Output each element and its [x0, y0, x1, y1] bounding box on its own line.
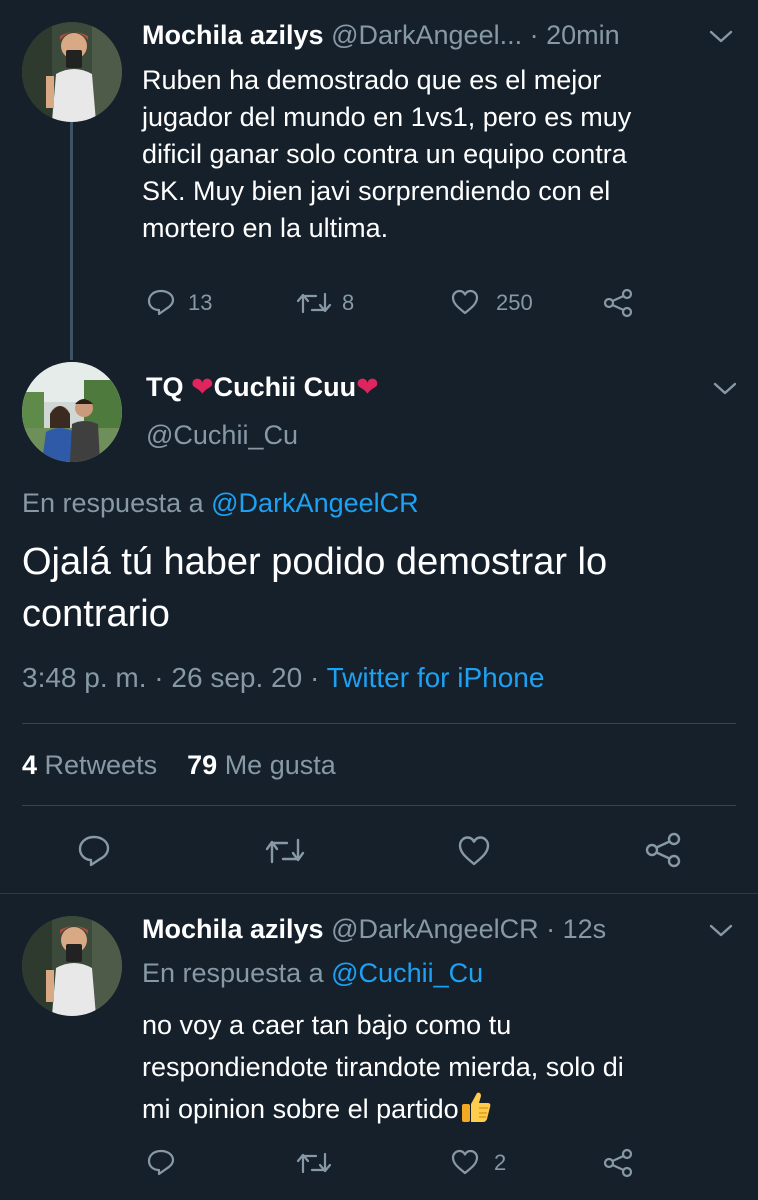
likes-stat[interactable]: 79 Me gusta — [187, 750, 336, 780]
tweet-text: no voy a caer tan bajo como tu respondie… — [142, 1004, 624, 1130]
divider — [22, 805, 736, 806]
engagement-stats: 4 Retweets 79 Me gusta — [22, 750, 336, 781]
tweet-text-line: contrario — [22, 593, 170, 635]
like-count: 250 — [496, 290, 533, 315]
avatar[interactable] — [22, 916, 122, 1016]
tweet-text-line-last: mi opinion sobre el partido — [142, 1088, 624, 1130]
separator: · — [154, 662, 164, 693]
handle[interactable]: @DarkAngeelCR — [331, 914, 538, 944]
chevron-down-icon[interactable] — [708, 922, 734, 940]
reply-to-handle[interactable]: @Cuchii_Cu — [331, 958, 483, 988]
tweet-source[interactable]: Twitter for iPhone — [327, 662, 545, 693]
red-heart-emoji: ❤ — [191, 372, 214, 402]
tweet-text-line: SK. Muy bien javi sorprendiendo con el — [142, 176, 611, 206]
like-count: 2 — [494, 1150, 507, 1175]
display-name[interactable]: Mochila azilys — [142, 20, 324, 50]
reply-icon[interactable] — [146, 1148, 176, 1176]
reply-to-handle[interactable]: @DarkAngeelCR — [211, 488, 418, 518]
thread-line — [70, 120, 73, 360]
tweet-time: 3:48 p. m. — [22, 662, 147, 693]
tweet-text: Ojalá tú haber podido demostrar lo contr… — [22, 536, 607, 640]
like-icon[interactable] — [450, 1148, 480, 1176]
tweet-text-line: dificil ganar solo contra un equipo cont… — [142, 139, 627, 169]
retweets-label: Retweets — [44, 750, 158, 780]
avatar[interactable] — [22, 362, 122, 462]
tweet-text-line: Ojalá tú haber podido demostrar lo — [22, 541, 608, 583]
separator: · — [529, 20, 539, 50]
avatar[interactable] — [22, 22, 122, 122]
display-name-prefix[interactable]: TQ — [146, 372, 184, 402]
reply-icon[interactable] — [76, 834, 112, 868]
timestamp[interactable]: 20min — [546, 20, 620, 50]
tweet-text: Ruben ha demostrado que es el mejor juga… — [142, 62, 631, 247]
share-icon[interactable] — [602, 288, 634, 318]
likes-number: 79 — [187, 750, 218, 780]
thumbs-up-emoji — [459, 1090, 493, 1124]
handle[interactable]: @Cuchii_Cu — [146, 420, 298, 451]
tweet-text-line: jugador del mundo en 1vs1, pero es muy — [142, 102, 632, 132]
tweet-meta: 3:48 p. m. · 26 sep. 20 · Twitter for iP… — [22, 662, 544, 694]
tweet-text-line: Ruben ha demostrado que es el mejor — [142, 65, 602, 95]
tweet-header: Mochila azilys @DarkAngeel... · 20min — [142, 20, 620, 51]
reply-to-label: En respuesta a — [22, 488, 204, 518]
reply-context: En respuesta a @DarkAngeelCR — [22, 488, 419, 519]
tweet-text-line: mortero en la ultima. — [142, 213, 389, 243]
likes-label: Me gusta — [224, 750, 336, 780]
tweet-date: 26 sep. 20 — [171, 662, 303, 693]
chevron-down-icon[interactable] — [708, 28, 734, 46]
handle[interactable]: @DarkAngeel... — [331, 20, 522, 50]
retweet-icon[interactable] — [264, 836, 306, 866]
tweet-text-line: respondiendote tirandote mierda, solo di — [142, 1052, 624, 1082]
display-name[interactable]: Cuchii Cuu — [214, 372, 357, 402]
tweet-text-line: no voy a caer tan bajo como tu — [142, 1010, 512, 1040]
share-icon[interactable] — [644, 832, 682, 868]
retweets-number: 4 — [22, 750, 38, 780]
display-name[interactable]: Mochila azilys — [142, 914, 324, 944]
divider — [0, 893, 758, 894]
timestamp[interactable]: 12s — [563, 914, 607, 944]
like-icon[interactable] — [450, 288, 480, 316]
red-heart-emoji: ❤ — [356, 372, 379, 402]
retweet-icon[interactable] — [296, 290, 332, 316]
reply-count: 13 — [188, 290, 213, 315]
retweets-stat[interactable]: 4 Retweets — [22, 750, 157, 780]
separator: · — [546, 914, 556, 944]
retweet-count: 8 — [342, 290, 355, 315]
tweet-header: TQ ❤Cuchii Cuu❤ — [146, 372, 379, 403]
tweet-text-line: mi opinion sobre el partido — [142, 1094, 459, 1124]
separator: · — [309, 662, 320, 693]
reply-to-label: En respuesta a — [142, 958, 324, 988]
share-icon[interactable] — [602, 1148, 634, 1178]
like-icon[interactable] — [456, 834, 492, 868]
reply-icon[interactable] — [146, 288, 176, 316]
tweet-header: Mochila azilys @DarkAngeelCR · 12s — [142, 914, 606, 945]
divider — [22, 723, 736, 724]
chevron-down-icon[interactable] — [712, 380, 738, 398]
reply-context: En respuesta a @Cuchii_Cu — [142, 958, 483, 989]
retweet-icon[interactable] — [296, 1150, 332, 1176]
